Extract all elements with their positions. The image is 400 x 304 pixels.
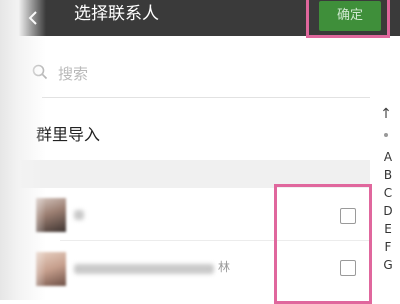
index-letter-f[interactable]: F — [380, 240, 396, 254]
index-letter-d[interactable]: D — [380, 204, 396, 218]
select-contacts-screen: 选择联系人 确定 群里导入 林 ↑ A B C D E F G — [0, 0, 400, 304]
index-letter-c[interactable]: C — [380, 186, 396, 200]
index-letter-e[interactable]: E — [380, 222, 396, 236]
left-edge-blur — [0, 0, 46, 300]
page-title: 选择联系人 — [74, 4, 159, 24]
index-up-arrow[interactable]: ↑ — [378, 106, 394, 122]
index-letter-a[interactable]: A — [380, 150, 396, 164]
confirm-button[interactable]: 确定 — [319, 1, 381, 31]
contact-name-suffix: 林 — [218, 260, 231, 274]
index-letter-g[interactable]: G — [380, 258, 396, 272]
index-dot[interactable] — [384, 133, 388, 137]
checkbox-highlight — [274, 184, 372, 304]
search-divider — [42, 97, 370, 98]
contact-name-blurred — [74, 264, 214, 274]
search-input[interactable] — [58, 62, 258, 86]
contact-name-blurred — [74, 210, 84, 220]
index-letter-b[interactable]: B — [380, 168, 396, 182]
confirm-highlight: 确定 — [306, 0, 390, 38]
